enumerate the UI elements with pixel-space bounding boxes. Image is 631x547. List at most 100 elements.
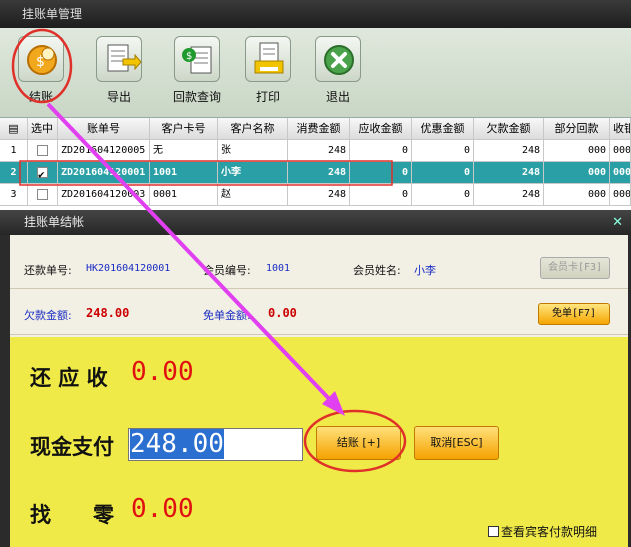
checkbox-box[interactable] xyxy=(488,526,499,537)
cell-card-no: 无 xyxy=(150,140,218,162)
cell-index: 1 xyxy=(0,140,28,162)
grid-header: ▤ 选中 账单号 客户卡号 客户名称 消费金额 应收金额 优惠金额 欠款金额 部… xyxy=(0,118,631,140)
row-select-checkbox[interactable] xyxy=(28,162,58,184)
guest-payment-detail-label: 查看宾客付款明细 xyxy=(501,525,598,539)
guest-payment-detail-checkbox[interactable]: 查看宾客付款明细 xyxy=(488,523,597,540)
checkout-dialog: 还款单号: HK201604120001 会员编号: 1001 会员姓名: 小李… xyxy=(10,235,628,547)
toolbar: $ 结账 导出 $ 回款查询 打印 退出 xyxy=(0,28,631,118)
row-select-checkbox[interactable] xyxy=(28,140,58,162)
cell-bill-no: ZD201604120003 xyxy=(58,184,150,206)
cell-cashier: 000 xyxy=(610,140,631,162)
cell-index: 2 xyxy=(0,162,28,184)
cell-cashier: 000 xyxy=(610,184,631,206)
member-name-label: 会员姓名: xyxy=(353,264,401,277)
exit-button[interactable]: 退出 xyxy=(311,36,365,105)
member-info-row: 还款单号: HK201604120001 会员编号: 1001 会员姓名: 小李… xyxy=(10,245,628,289)
cell-partial: 000 xyxy=(544,162,610,184)
cell-card-no: 1001 xyxy=(150,162,218,184)
change-value: 0.00 xyxy=(131,494,194,524)
cell-bill-no: ZD201604120005 xyxy=(58,140,150,162)
payment-query-label: 回款查询 xyxy=(172,90,221,104)
cell-cashier: 000 xyxy=(610,162,631,184)
table-row[interactable]: 1 ZD201604120005 无张 248 0 0 248 000 000 xyxy=(0,140,631,162)
print-button[interactable]: 打印 xyxy=(241,36,295,105)
waive-value: 0.00 xyxy=(268,306,297,320)
header-card-no[interactable]: 客户卡号 xyxy=(150,118,218,140)
debt-info-row: 欠款金额: 248.00 免单金额: 0.00 免单[F7] xyxy=(10,291,628,335)
cell-debt: 248 xyxy=(474,184,544,206)
payment-query-icon: $ xyxy=(174,36,220,82)
row-select-checkbox[interactable] xyxy=(28,184,58,206)
header-partial[interactable]: 部分回款 xyxy=(544,118,610,140)
print-label: 打印 xyxy=(255,90,280,104)
waive-button[interactable]: 免单[F7] xyxy=(538,303,610,325)
cell-consume: 248 xyxy=(288,184,350,206)
debt-value: 248.00 xyxy=(86,306,130,320)
cash-input-value: 248.00 xyxy=(130,429,224,459)
cell-partial: 000 xyxy=(544,184,610,206)
header-discount[interactable]: 优惠金额 xyxy=(412,118,474,140)
row-indicator-header: ▤ xyxy=(0,118,28,140)
repay-no-label: 还款单号: xyxy=(24,264,72,277)
receivable-value: 0.00 xyxy=(131,357,194,387)
checkout-label: 结账 xyxy=(28,90,53,104)
dialog-title: 挂账单结帐 xyxy=(24,215,85,229)
checkbox-icon[interactable] xyxy=(37,144,48,156)
member-card-button[interactable]: 会员卡[F3] xyxy=(540,257,610,279)
svg-text:$: $ xyxy=(186,51,192,62)
cell-debt: 248 xyxy=(474,140,544,162)
header-bill-no[interactable]: 账单号 xyxy=(58,118,150,140)
export-label: 导出 xyxy=(106,90,131,104)
cell-receivable: 0 xyxy=(350,140,412,162)
exit-label: 退出 xyxy=(325,90,350,104)
receivable-label: 还 应 收 xyxy=(30,365,108,390)
svg-text:$: $ xyxy=(36,54,45,70)
repay-no-value: HK201604120001 xyxy=(86,263,171,274)
dialog-titlebar: 挂账单结帐 ✕ xyxy=(0,210,631,235)
cell-consume: 248 xyxy=(288,140,350,162)
cancel-button[interactable]: 取消[ESC] xyxy=(414,426,499,460)
member-name-value: 小李 xyxy=(414,264,436,277)
print-icon xyxy=(245,36,291,82)
debt-label: 欠款金额: xyxy=(24,309,72,322)
cash-input[interactable]: 248.00 xyxy=(128,428,303,461)
cell-index: 3 xyxy=(0,184,28,206)
header-debt[interactable]: 欠款金额 xyxy=(474,118,544,140)
checkbox-icon[interactable] xyxy=(37,164,48,184)
close-icon[interactable]: ✕ xyxy=(612,210,623,235)
checkout-toolbar-button[interactable]: $ 结账 xyxy=(14,36,68,105)
cell-receivable: 0 xyxy=(350,184,412,206)
header-receivable[interactable]: 应收金额 xyxy=(350,118,412,140)
checkbox-icon[interactable] xyxy=(37,188,48,200)
cell-partial: 000 xyxy=(544,140,610,162)
cell-name: 张 xyxy=(218,140,288,162)
change-label: 找 零 xyxy=(30,502,114,527)
checkout-coin-icon: $ xyxy=(18,36,64,82)
cell-receivable: 0 xyxy=(350,162,412,184)
cell-card-no: 0001 xyxy=(150,184,218,206)
cell-discount: 0 xyxy=(412,162,474,184)
cell-name: 小李 xyxy=(218,162,288,184)
table-row[interactable]: 3 ZD201604120003 0001 赵 248 0 0 248 000 000 xyxy=(0,184,631,206)
exit-icon xyxy=(315,36,361,82)
export-icon xyxy=(96,36,142,82)
header-consume[interactable]: 消费金额 xyxy=(288,118,350,140)
table-row[interactable]: 2ZD2016041200011001小李24800248000000 xyxy=(0,162,631,184)
cash-label: 现金支付 xyxy=(30,434,114,459)
header-cashier[interactable]: 收银 xyxy=(610,118,631,140)
cell-consume: 248 xyxy=(288,162,350,184)
header-customer-name[interactable]: 客户名称 xyxy=(218,118,288,140)
member-no-label: 会员编号: xyxy=(203,264,251,277)
cell-debt: 248 xyxy=(474,162,544,184)
export-button[interactable]: 导出 xyxy=(92,36,146,105)
checkout-button[interactable]: 结账 [+] xyxy=(316,426,401,460)
waive-label: 免单金额: xyxy=(203,309,251,322)
cell-discount: 0 xyxy=(412,140,474,162)
payment-query-button[interactable]: $ 回款查询 xyxy=(170,36,224,105)
payment-panel: 还 应 收 0.00 现金支付 248.00 结账 [+] 取消[ESC] 找 … xyxy=(10,337,628,547)
cell-name: 赵 xyxy=(218,184,288,206)
window-title: 挂账单管理 xyxy=(0,0,631,28)
header-selected[interactable]: 选中 xyxy=(28,118,58,140)
cell-discount: 0 xyxy=(412,184,474,206)
cell-bill-no: ZD201604120001 xyxy=(58,162,150,184)
